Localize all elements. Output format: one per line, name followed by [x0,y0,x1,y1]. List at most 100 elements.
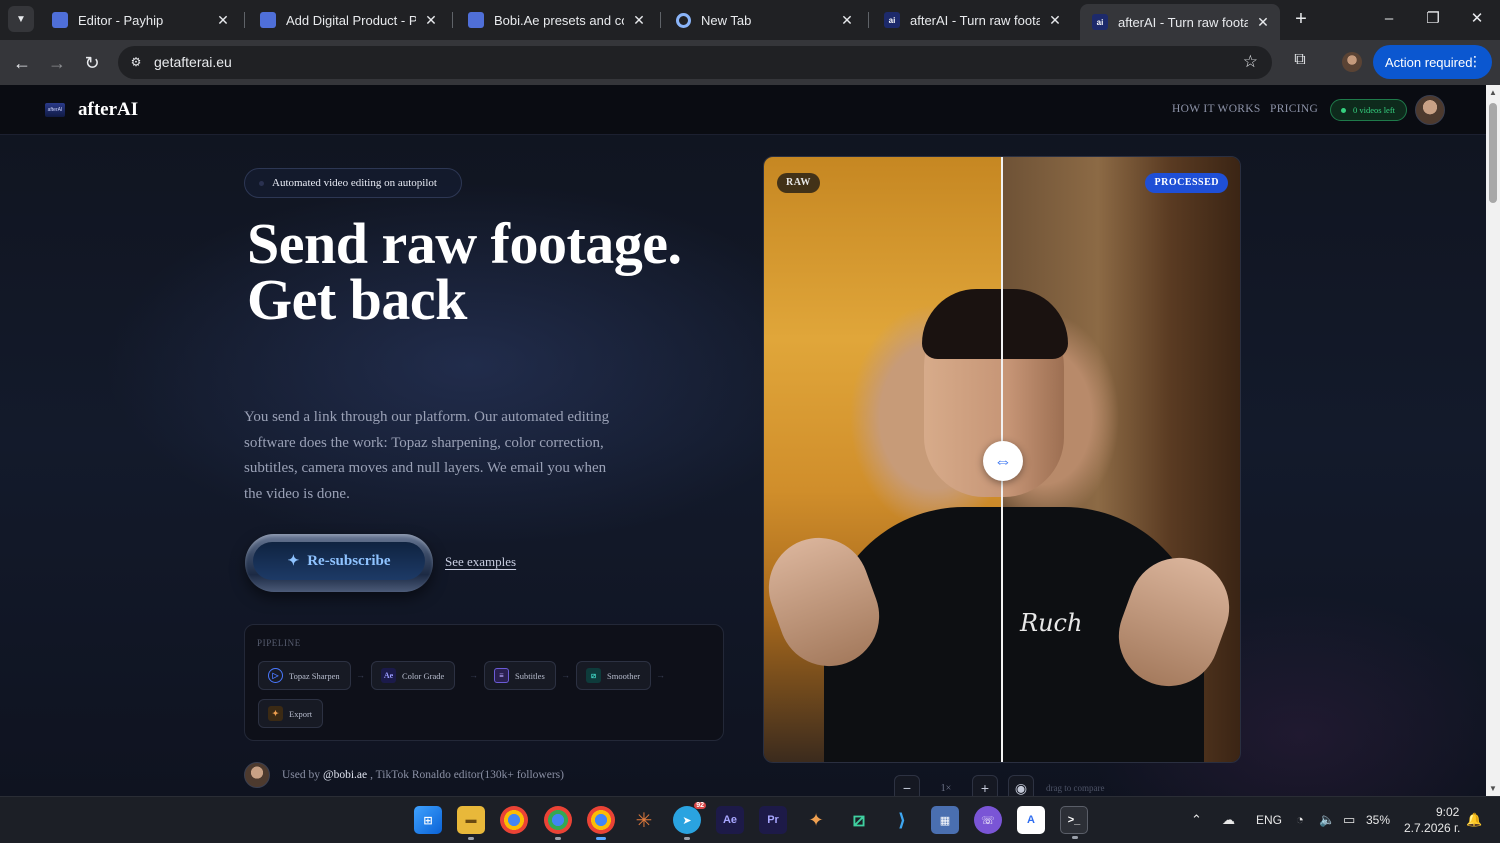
close-icon[interactable]: ✕ [630,12,648,29]
vscode-icon[interactable]: ⟩ [888,806,916,834]
payhip-icon [52,12,68,28]
arrows-horizontal-icon: ⇔ [994,451,1012,471]
tab-editor-payhip[interactable]: Editor - Payhip ✕ [40,4,240,36]
clock-date[interactable]: 2.7.2026 г. [1404,821,1460,835]
bobi-avatar [244,762,270,788]
windows-start-icon[interactable]: ⊞ [414,806,442,834]
tab-afterai-1[interactable]: ai afterAI - Turn raw footage ✕ [872,4,1072,36]
subtitles-icon: ≡ [494,668,509,683]
wifi-icon[interactable]: ◔ [1296,812,1304,827]
smoother-icon: ⧄ [586,668,601,683]
file-explorer-icon[interactable]: ▬ [457,806,485,840]
tab-add-digital-product[interactable]: Add Digital Product - Payhip ✕ [248,4,448,36]
pipeline-step-smoother: ⧄ Smoother [576,661,652,690]
taskbar: ⊞ ▬ ✳ ➤ 92 Ae Pr ✦ ⧄ ⟩ ▦ ☏ A >_ ⌃ ☁ ENG ◔… [0,796,1500,843]
scroll-up-icon[interactable]: ▲ [1489,88,1497,97]
tab-afterai-active[interactable]: ai afterAI - Turn raw footage ✕ [1080,4,1280,40]
user-avatar[interactable] [1415,95,1445,125]
terminal-icon[interactable]: >_ [1060,806,1088,839]
viber-icon[interactable]: ☏ [974,806,1002,834]
restore-button[interactable]: ❐ [1418,8,1448,30]
back-button[interactable]: ← [9,50,35,76]
new-tab-button[interactable]: + [1290,8,1312,30]
extensions-icon[interactable]: ⧉ [1289,51,1311,73]
smoother-app-icon[interactable]: ⧄ [845,806,873,834]
chrome-active-icon[interactable] [587,806,615,840]
close-icon[interactable]: ✕ [1046,12,1064,29]
bookmark-star-icon[interactable]: ☆ [1243,52,1258,72]
before-after-comparison[interactable]: Ruch ⇔ RAW PROCESSED [763,156,1241,763]
action-required-button[interactable]: Action required ⋮ [1373,45,1492,79]
clock-time[interactable]: 9:02 [1436,805,1459,819]
zoom-in-button[interactable]: + [972,775,998,796]
tab-separator [660,12,661,28]
telegram-icon[interactable]: ➤ 92 [673,802,706,840]
see-examples-link[interactable]: See examples [445,554,516,570]
after-effects-icon[interactable]: Ae [716,806,744,834]
battery-icon[interactable]: ▭ [1343,812,1355,828]
close-icon[interactable]: ✕ [422,12,440,29]
nav-how-it-works[interactable]: HOW IT WORKS [1172,103,1261,115]
export-icon: ✦ [268,706,283,721]
minimize-button[interactable]: – [1374,8,1404,30]
game-icon[interactable]: ✦ [802,806,830,834]
logo-icon[interactable]: afterAI [45,103,65,117]
volume-icon[interactable]: 🔈 [1319,812,1335,828]
tab-separator [244,12,245,28]
zoom-level: 1× [940,782,952,794]
forward-button[interactable]: → [44,50,70,76]
arc-icon[interactable]: A [1017,806,1045,834]
notification-bell-icon[interactable]: 🔔 [1466,812,1482,828]
tab-strip: ▼ Editor - Payhip ✕ Add Digital Product … [0,0,1500,40]
processed-label: PROCESSED [1145,173,1228,193]
close-icon[interactable]: ✕ [214,12,232,29]
page-scrollbar[interactable]: ▲ ▼ [1486,85,1500,796]
tab-search-button[interactable]: ▼ [8,6,34,32]
step-label: Topaz Sharpen [289,670,340,681]
site-info-icon[interactable]: ⚙ [126,52,146,72]
claude-icon[interactable]: ✳ [630,806,658,834]
arrow-right-icon: → [656,670,665,680]
zoom-out-button[interactable]: − [894,775,920,796]
re-subscribe-button[interactable]: ✦ Re-subscribe [245,534,433,592]
page: afterAI afterAI HOW IT WORKS PRICING 0 v… [0,85,1486,796]
tab-title: Editor - Payhip [78,12,164,28]
videos-left-badge[interactable]: 0 videos left [1330,99,1407,121]
hero-line-1: Send raw footage. [247,211,682,276]
tab-new-tab[interactable]: New Tab ✕ [664,4,864,36]
arrow-right-icon: → [356,670,365,680]
tab-bobi-ae-presets[interactable]: Bobi.Ae presets and compositions ✕ [456,4,656,36]
tab-title: afterAI - Turn raw footage [910,12,1040,28]
re-subscribe-inner: ✦ Re-subscribe [253,542,425,580]
reload-icon: ↻ [84,53,100,73]
pipeline-step-topaz-sharpen: ▷ Topaz Sharpen [258,661,351,690]
reload-button[interactable]: ↻ [79,50,105,76]
chrome-profile-icon[interactable] [544,806,572,840]
more-vertical-icon[interactable]: ⋮ [1468,53,1482,70]
url-text[interactable]: getafterai.eu [154,54,232,70]
language-indicator[interactable]: ENG [1256,813,1282,827]
scroll-down-icon[interactable]: ▼ [1489,784,1497,793]
logo-text[interactable]: afterAI [78,99,138,121]
nav-pricing[interactable]: PRICING [1270,103,1318,115]
premiere-icon[interactable]: Pr [759,806,787,834]
step-label: Smoother [607,670,641,681]
chrome-icon[interactable] [500,806,528,834]
cloud-sync-icon[interactable]: ☁ [1222,812,1235,828]
tab-title: New Tab [701,12,752,28]
calculator-icon[interactable]: ▦ [931,806,959,834]
close-icon: ✕ [1470,10,1484,27]
hero-line-2: Get back [247,267,467,332]
used-by-handle[interactable]: @bobi.ae [323,769,367,781]
close-icon[interactable]: ✕ [838,12,856,29]
compare-drag-handle[interactable]: ⇔ [983,441,1023,481]
after-effects-icon: Ae [381,668,396,683]
close-icon[interactable]: ✕ [1254,14,1272,31]
chevron-up-icon[interactable]: ⌃ [1191,812,1202,828]
reset-view-button[interactable]: ◉ [1008,775,1034,796]
address-bar[interactable]: ⚙ getafterai.eu ☆ [118,46,1272,79]
action-required-label: Action required [1385,54,1473,70]
scrollbar-thumb[interactable] [1489,103,1497,203]
close-window-button[interactable]: ✕ [1462,8,1492,30]
profile-avatar[interactable] [1342,52,1362,72]
